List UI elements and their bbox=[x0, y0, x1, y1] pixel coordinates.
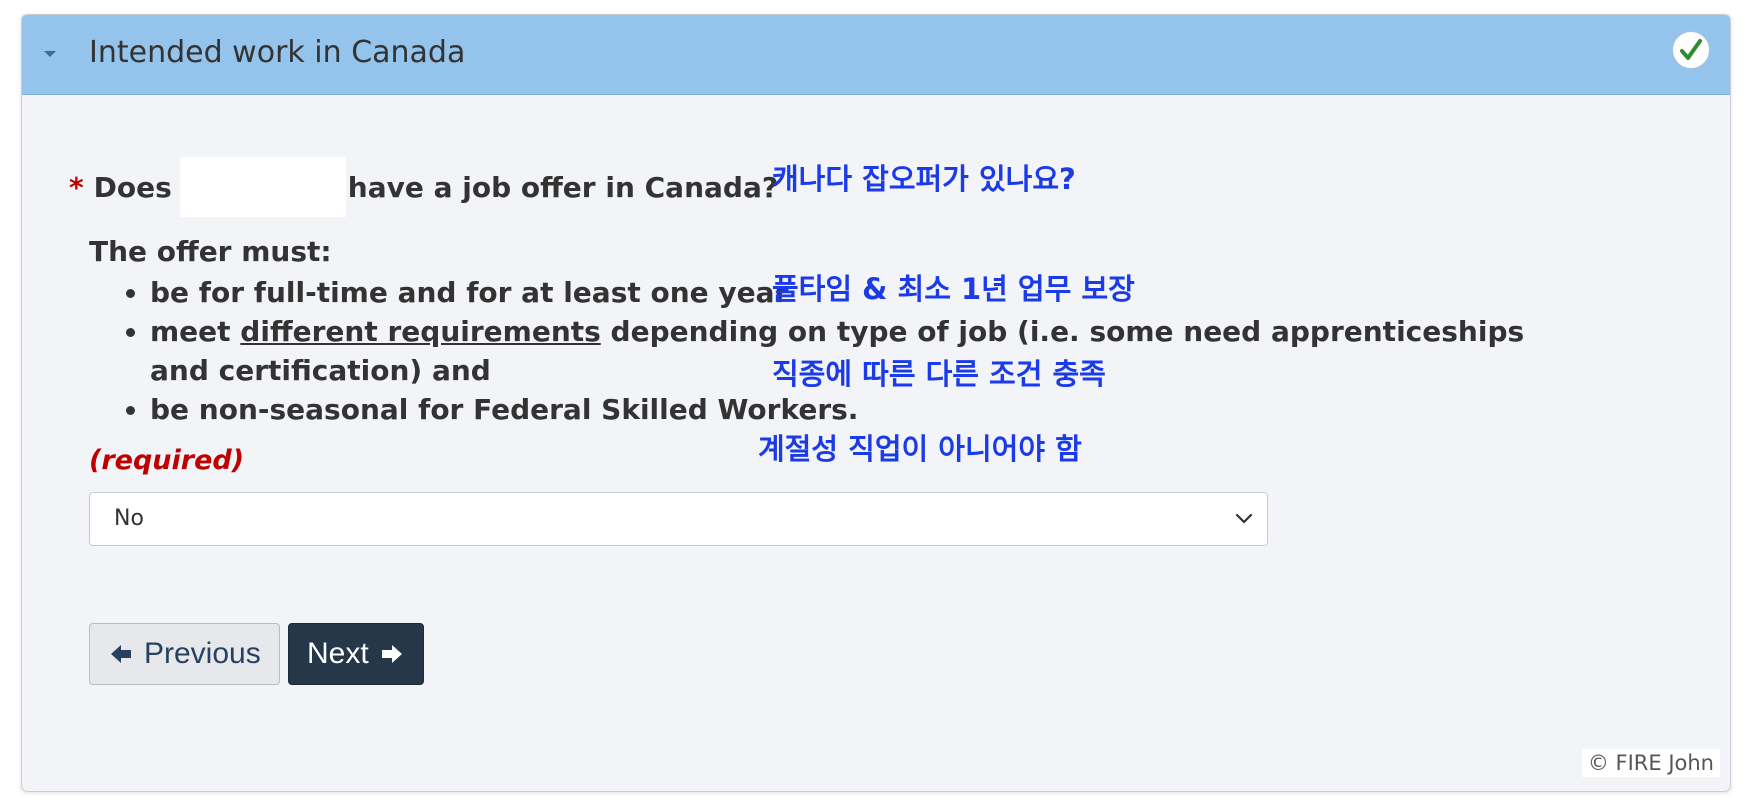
panel-title: Intended work in Canada bbox=[89, 35, 466, 70]
chevron-down-icon[interactable] bbox=[1233, 507, 1255, 533]
required-asterisk: * bbox=[69, 170, 84, 204]
question-prefix: Does bbox=[93, 170, 172, 204]
required-label: (required) bbox=[89, 445, 245, 476]
bullet-text: be non-seasonal for Federal Skilled Work… bbox=[150, 393, 859, 426]
panel-header[interactable]: Intended work in Canada bbox=[22, 15, 1730, 95]
arrow-right-icon bbox=[369, 643, 403, 665]
bullet-annotation: 풀타임 & 최소 1년 업무 보장 bbox=[772, 272, 1135, 306]
different-requirements-link[interactable]: different requirements bbox=[240, 315, 601, 348]
job-offer-select[interactable]: No bbox=[89, 492, 1268, 546]
bullet-annotation: 계절성 직업이 아니어야 함 bbox=[758, 432, 1082, 466]
checkmark-icon bbox=[1672, 31, 1710, 69]
question-suffix: have a job offer in Canada? bbox=[347, 170, 779, 204]
bullet-text: meet bbox=[150, 315, 231, 348]
previous-label: Previous bbox=[144, 637, 261, 670]
watermark: © FIRE John bbox=[1581, 749, 1720, 777]
caret-down-icon[interactable] bbox=[44, 51, 56, 57]
bullet-text: be for full-time and for at least one ye… bbox=[150, 276, 789, 309]
redacted-name bbox=[179, 157, 346, 217]
bullet-annotation: 직종에 따른 다른 조건 충족 bbox=[772, 357, 1106, 391]
arrow-left-icon bbox=[110, 643, 144, 665]
select-value: No bbox=[114, 506, 144, 531]
intended-work-panel: Intended work in Canada * Does have a jo… bbox=[21, 14, 1731, 792]
list-item: be non-seasonal for Federal Skilled Work… bbox=[150, 390, 1570, 429]
job-offer-question: * Does have a job offer in Canada? bbox=[69, 157, 778, 217]
next-button[interactable]: Next bbox=[288, 623, 424, 685]
previous-button[interactable]: Previous bbox=[89, 623, 280, 685]
next-label: Next bbox=[307, 637, 369, 670]
offer-heading: The offer must: bbox=[89, 235, 332, 268]
question-annotation: 캐나다 잡오퍼가 있나요? bbox=[772, 162, 1076, 196]
